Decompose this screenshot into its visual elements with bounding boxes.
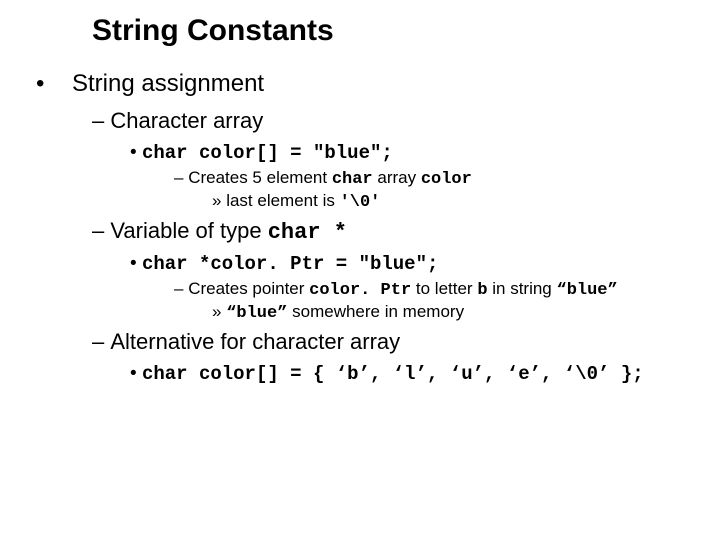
- code: char *: [268, 220, 347, 245]
- text: String assignment: [72, 70, 264, 97]
- bullet-lvl2: Variable of type char *: [92, 218, 684, 245]
- bullet-lvl5: last element is '\0': [212, 191, 684, 212]
- bullet-lvl5: “blue” somewhere in memory: [212, 302, 684, 323]
- bullet-lvl3: char *color. Ptr = "blue";: [130, 253, 684, 275]
- code: “blue”: [226, 304, 287, 323]
- slide-title: String Constants: [92, 14, 684, 48]
- code: char: [332, 170, 373, 189]
- code: b: [477, 281, 487, 300]
- bullet-lvl1: •String assignment: [54, 70, 684, 98]
- text: somewhere in memory: [287, 302, 464, 321]
- bullet-lvl4: Creates pointer color. Ptr to letter b i…: [174, 279, 684, 300]
- text: Variable of type: [110, 218, 267, 243]
- bullet-lvl3: char color[] = { ‘b’, ‘l’, ‘u’, ‘e’, ‘\0…: [130, 363, 684, 385]
- code: char *color. Ptr = "blue";: [142, 253, 438, 275]
- text: Creates 5 element: [188, 168, 332, 187]
- text: to letter: [411, 279, 477, 298]
- text: Creates pointer: [188, 279, 309, 298]
- code: color. Ptr: [309, 281, 411, 300]
- text: Alternative for character array: [110, 329, 400, 354]
- code: char color[] = { ‘b’, ‘l’, ‘u’, ‘e’, ‘\0…: [142, 363, 644, 385]
- slide: String Constants •String assignment Char…: [0, 0, 720, 540]
- text: Character array: [110, 108, 263, 133]
- bullet-lvl2: Alternative for character array: [92, 329, 684, 355]
- text: in string: [488, 279, 557, 298]
- bullet-lvl4: Creates 5 element char array color: [174, 168, 684, 189]
- text: array: [373, 168, 421, 187]
- code: '\0': [340, 193, 381, 212]
- bullet-lvl2: Character array: [92, 108, 684, 134]
- code: char color[] = "blue";: [142, 142, 393, 164]
- bullet-lvl3: char color[] = "blue";: [130, 142, 684, 164]
- text: last element is: [226, 191, 339, 210]
- code: color: [421, 170, 472, 189]
- code: “blue”: [557, 281, 618, 300]
